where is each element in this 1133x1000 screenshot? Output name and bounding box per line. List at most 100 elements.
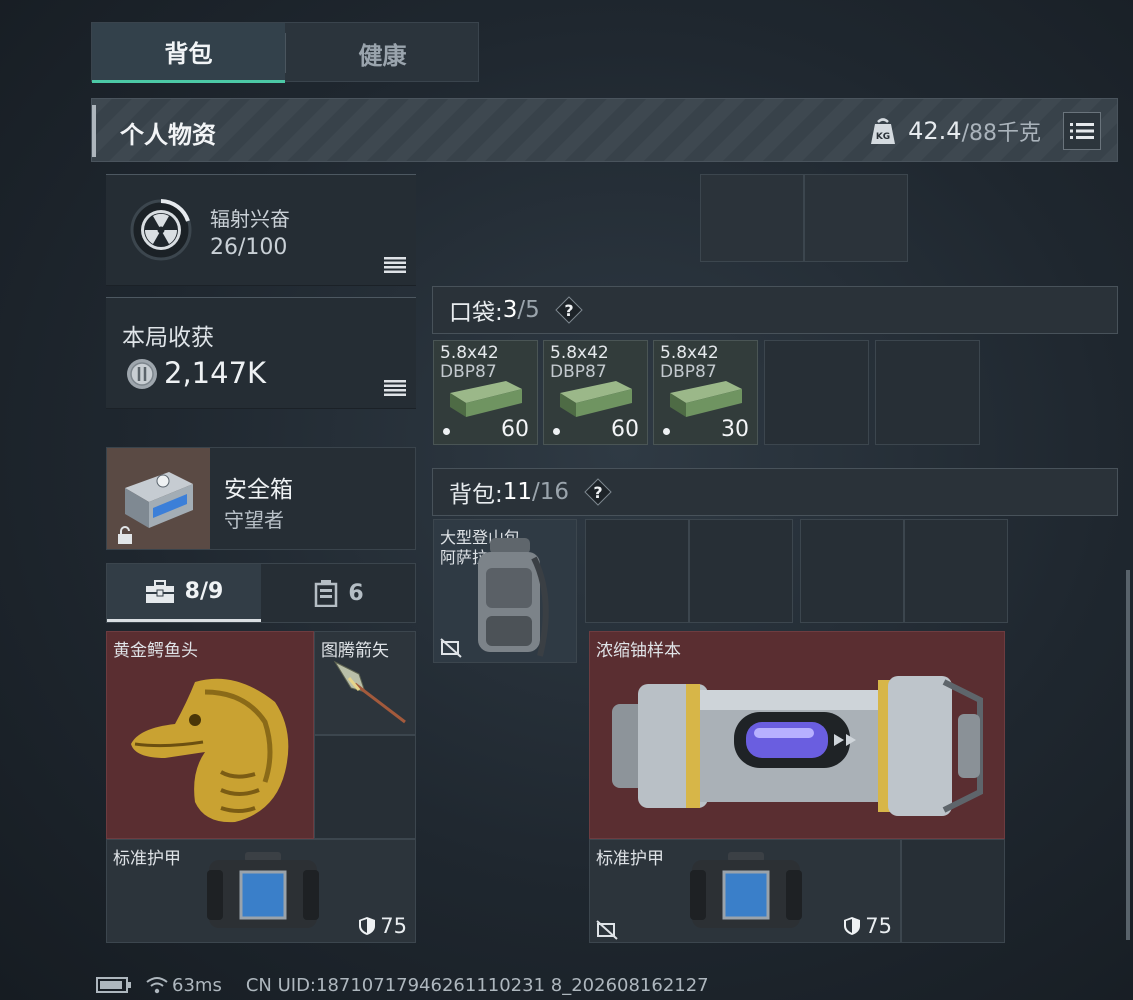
radiation-value: 26/100 bbox=[210, 235, 288, 260]
safe-box-name: 安全箱 bbox=[224, 477, 293, 503]
ammo-indicator-dot bbox=[443, 428, 450, 435]
pockets-label: 口袋: bbox=[449, 300, 503, 326]
locker-icon bbox=[315, 580, 338, 607]
item-label: 标准护甲 bbox=[596, 849, 664, 869]
tab-backpack[interactable]: 背包 bbox=[92, 23, 285, 83]
battery-icon bbox=[96, 977, 131, 993]
status-bar: 63ms CN UID:18710717946261110231 8_20260… bbox=[96, 972, 709, 998]
equipped-backpack-slot[interactable]: 大型登山包 阿萨拉 bbox=[433, 519, 577, 663]
durability-value: 75 bbox=[865, 914, 892, 938]
ammo-name: 5.8x42 bbox=[550, 343, 609, 363]
weight-indicator: KG 42.4/88千克 bbox=[868, 115, 1041, 147]
empty-backpack-slot[interactable] bbox=[689, 519, 793, 623]
backpack-total: /16 bbox=[532, 479, 570, 505]
loot-value: 2,147K bbox=[164, 356, 267, 390]
empty-slot[interactable] bbox=[700, 174, 804, 262]
sort-menu-button[interactable] bbox=[1063, 112, 1101, 150]
armor-vest-image bbox=[690, 852, 802, 928]
ammo-slot-3[interactable]: 5.8x42 DBP87 30 bbox=[653, 340, 758, 445]
session-loot-panel[interactable]: 本局收获 2,147K bbox=[106, 297, 416, 409]
radiation-name: 辐射兴奋 bbox=[210, 207, 290, 231]
uranium-canister-image bbox=[612, 676, 983, 816]
item-label: 浓缩铀样本 bbox=[596, 641, 681, 661]
inventory-scrollbar[interactable] bbox=[1126, 570, 1130, 940]
backpack-current: 11 bbox=[502, 479, 533, 505]
empty-backpack-slot[interactable] bbox=[901, 839, 1005, 943]
loot-detail-icon[interactable] bbox=[384, 380, 406, 396]
backpack-image bbox=[478, 538, 549, 657]
backpack-help-button[interactable]: ? bbox=[583, 477, 613, 507]
item-standard-armor-left[interactable]: 标准护甲 75 bbox=[106, 839, 416, 943]
durability-badge: 75 bbox=[843, 914, 892, 938]
ammo-box-image bbox=[560, 381, 632, 417]
armor-vest-image bbox=[207, 852, 319, 928]
toolbox-icon bbox=[145, 579, 174, 603]
container-tabs: 8/9 6 bbox=[106, 563, 416, 623]
ammo-count: 30 bbox=[721, 417, 749, 442]
pockets-current: 3 bbox=[502, 297, 518, 323]
ammo-slot-1[interactable]: 5.8x42 DBP87 60 bbox=[433, 340, 538, 445]
safe-box-subtitle: 守望者 bbox=[224, 508, 284, 532]
ammo-box-image bbox=[450, 381, 522, 417]
shield-icon bbox=[359, 917, 376, 935]
svg-text:KG: KG bbox=[876, 132, 890, 142]
backpack-header: 背包: 11/16 ? bbox=[432, 468, 1118, 516]
empty-pocket-slot[interactable] bbox=[875, 340, 980, 445]
item-label: 黄金鳄鱼头 bbox=[113, 641, 198, 661]
ping-value: 63ms bbox=[172, 974, 222, 996]
lock-icon bbox=[118, 526, 132, 544]
durability-badge: 75 bbox=[358, 914, 407, 938]
empty-backpack-slot[interactable] bbox=[585, 519, 689, 623]
durability-value: 75 bbox=[380, 914, 407, 938]
item-golden-crocodile-head[interactable]: 黄金鳄鱼头 bbox=[106, 631, 314, 839]
pockets-total: /5 bbox=[517, 297, 540, 323]
golden-head-image bbox=[131, 678, 289, 823]
item-totem-arrow[interactable]: 图腾箭矢 bbox=[314, 631, 416, 735]
help-icon: ? bbox=[555, 296, 583, 324]
ammo-slot-2[interactable]: 5.8x42 DBP87 60 bbox=[543, 340, 648, 445]
item-enriched-uranium-sample[interactable]: 浓缩铀样本 bbox=[589, 631, 1005, 839]
empty-slot[interactable] bbox=[314, 735, 416, 839]
no-swap-icon bbox=[440, 638, 462, 658]
safe-box-slot[interactable]: 安全箱 守望者 bbox=[106, 447, 416, 550]
inventory-header: 个人物资 KG 42.4/88千克 bbox=[91, 98, 1118, 162]
header-accent-bar bbox=[92, 105, 96, 157]
locker-count: 6 bbox=[348, 580, 364, 606]
no-swap-icon bbox=[596, 920, 618, 940]
ammo-count: 60 bbox=[611, 417, 639, 442]
weight-current: 42.4 bbox=[908, 117, 962, 145]
item-label: 标准护甲 bbox=[113, 849, 181, 869]
loot-label: 本局收获 bbox=[122, 325, 214, 351]
tab-health[interactable]: 健康 bbox=[286, 23, 479, 83]
top-tab-bar: 背包 健康 bbox=[91, 22, 479, 83]
weight-kg-icon: KG bbox=[871, 118, 896, 144]
ammo-box-image bbox=[670, 381, 742, 417]
empty-slot[interactable] bbox=[804, 174, 908, 262]
toolbox-count: 8/9 bbox=[184, 579, 224, 604]
tab-toolbox[interactable]: 8/9 bbox=[107, 564, 261, 622]
ammo-indicator-dot bbox=[663, 428, 670, 435]
page-title: 个人物资 bbox=[120, 121, 216, 149]
ammo-count: 60 bbox=[501, 417, 529, 442]
svg-text:?: ? bbox=[564, 301, 573, 320]
shield-icon bbox=[844, 917, 861, 935]
safe-box-image bbox=[107, 448, 210, 549]
item-standard-armor-right[interactable]: 标准护甲 75 bbox=[589, 839, 901, 943]
weight-capacity: /88千克 bbox=[961, 121, 1041, 146]
ammo-name: 5.8x42 bbox=[440, 343, 499, 363]
empty-backpack-slot[interactable] bbox=[800, 519, 904, 623]
pockets-help-button[interactable]: ? bbox=[554, 295, 584, 325]
pockets-header: 口袋: 3/5 ? bbox=[432, 286, 1118, 334]
empty-pocket-slot[interactable] bbox=[764, 340, 869, 445]
arrow-image bbox=[333, 660, 406, 724]
help-icon: ? bbox=[584, 478, 612, 506]
radiation-panel[interactable]: 辐射兴奋 26/100 bbox=[106, 174, 416, 286]
list-icon bbox=[1070, 123, 1094, 139]
empty-backpack-slot[interactable] bbox=[904, 519, 1008, 623]
uid-text: CN UID:18710717946261110231 8_2026081621… bbox=[245, 974, 709, 996]
wifi-icon bbox=[146, 977, 168, 994]
radiation-detail-icon[interactable] bbox=[384, 257, 406, 273]
ammo-name: 5.8x42 bbox=[660, 343, 719, 363]
coin-icon bbox=[127, 359, 157, 389]
tab-locker[interactable]: 6 bbox=[262, 564, 416, 622]
